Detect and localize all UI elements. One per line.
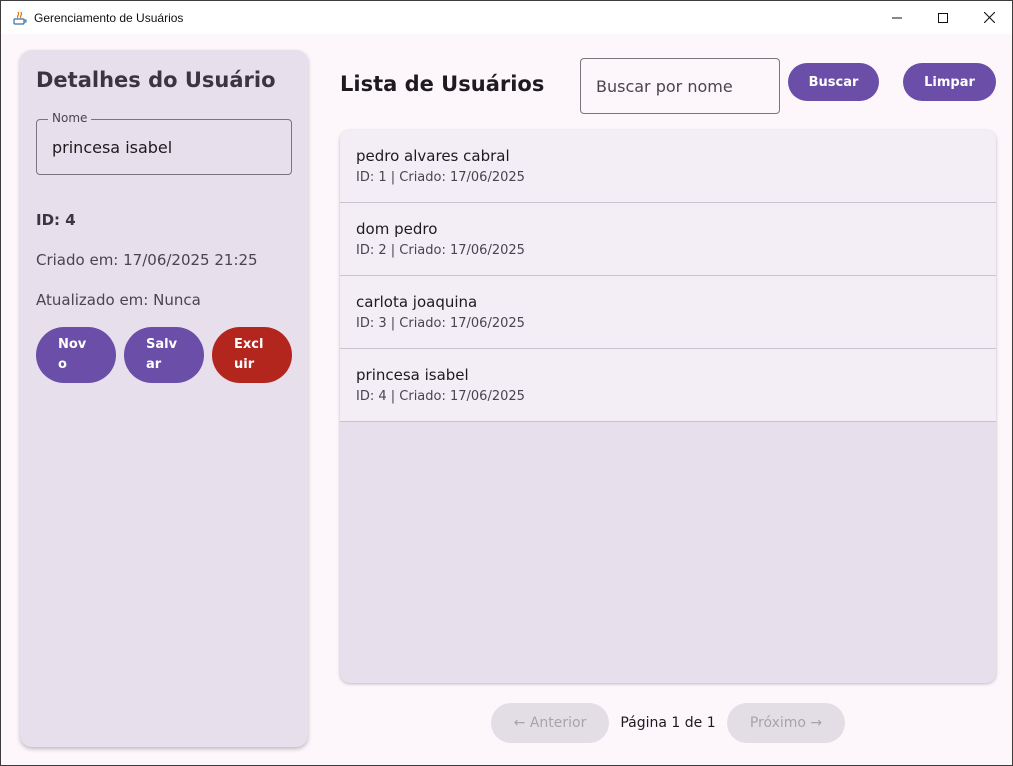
- save-button[interactable]: Salvar: [124, 327, 204, 383]
- search-button[interactable]: Buscar: [788, 63, 879, 101]
- list-title: Lista de Usuários: [340, 72, 545, 96]
- list-item-meta: ID: 4 | Criado: 17/06/2025: [356, 389, 525, 404]
- delete-button[interactable]: Excluir: [212, 327, 292, 383]
- previous-page-button[interactable]: ← Anterior: [491, 703, 609, 743]
- created-at: Criado em: 17/06/2025 21:25: [36, 251, 258, 269]
- list-item-meta: ID: 2 | Criado: 17/06/2025: [356, 243, 525, 258]
- search-input[interactable]: Buscar por nome: [580, 58, 780, 114]
- new-button[interactable]: Novo: [36, 327, 116, 383]
- user-details-card: Detalhes do Usuário Nome princesa isabel…: [20, 50, 308, 747]
- updated-at: Atualizado em: Nunca: [36, 291, 201, 309]
- next-page-button[interactable]: Próximo →: [727, 703, 845, 743]
- minimize-icon[interactable]: [874, 1, 920, 34]
- clear-button[interactable]: Limpar: [903, 63, 996, 101]
- list-item-name: carlota joaquina: [356, 293, 478, 311]
- user-list: pedro alvares cabral ID: 1 | Criado: 17/…: [340, 130, 996, 683]
- page-indicator: Página 1 de 1: [620, 715, 716, 731]
- list-item[interactable]: dom pedro ID: 2 | Criado: 17/06/2025: [340, 203, 996, 276]
- list-item-meta: ID: 3 | Criado: 17/06/2025: [356, 316, 525, 331]
- list-item-name: princesa isabel: [356, 366, 469, 384]
- details-title: Detalhes do Usuário: [36, 68, 276, 92]
- list-item-name: pedro alvares cabral: [356, 147, 510, 165]
- window-title: Gerenciamento de Usuários: [34, 10, 184, 25]
- list-item[interactable]: carlota joaquina ID: 3 | Criado: 17/06/2…: [340, 276, 996, 349]
- list-item[interactable]: pedro alvares cabral ID: 1 | Criado: 17/…: [340, 130, 996, 203]
- close-icon[interactable]: [966, 1, 1012, 34]
- name-field-value[interactable]: princesa isabel: [52, 138, 172, 157]
- app-window: Gerenciamento de Usuários Detalhes do Us…: [0, 0, 1013, 766]
- user-id: ID: 4: [36, 211, 76, 229]
- list-item-meta: ID: 1 | Criado: 17/06/2025: [356, 170, 525, 185]
- title-bar[interactable]: Gerenciamento de Usuários: [1, 1, 1012, 34]
- java-app-icon: [12, 10, 28, 26]
- list-item[interactable]: princesa isabel ID: 4 | Criado: 17/06/20…: [340, 349, 996, 422]
- name-field[interactable]: Nome princesa isabel: [36, 111, 292, 175]
- maximize-icon[interactable]: [920, 1, 966, 34]
- list-item-name: dom pedro: [356, 220, 438, 238]
- name-field-label: Nome: [48, 111, 92, 125]
